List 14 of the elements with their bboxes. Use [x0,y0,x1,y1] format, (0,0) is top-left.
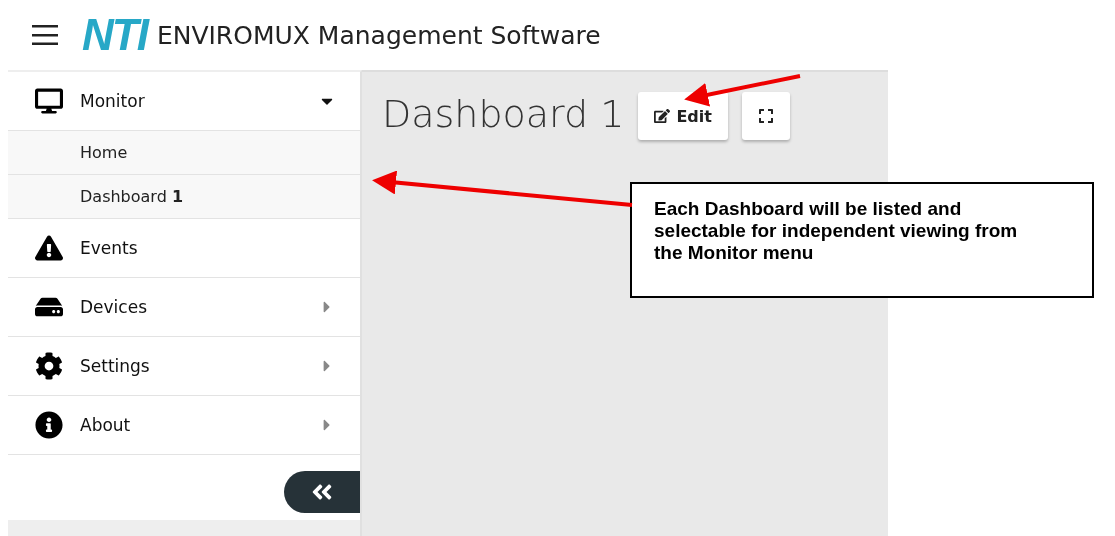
logo: NTI [82,10,147,60]
edit-button[interactable]: Edit [638,92,728,140]
menu-icon[interactable] [32,25,58,45]
fullscreen-icon [757,108,774,124]
submenu-item[interactable]: Home [8,131,360,175]
dashboard-title: Dashboard 1 [382,92,625,136]
warning-icon [32,234,66,262]
callout-note: Each Dashboard will be listed and selectable for independent viewing from the Monitor menu [630,182,1094,298]
monitor-icon [32,87,66,115]
fullscreen-button[interactable] [741,92,790,140]
edit-icon [654,108,671,124]
submenu-item[interactable]: Dashboard 1 [8,175,360,219]
collapse-button[interactable] [284,471,360,513]
app-title: ENVIROMUX Management Software [156,20,601,50]
